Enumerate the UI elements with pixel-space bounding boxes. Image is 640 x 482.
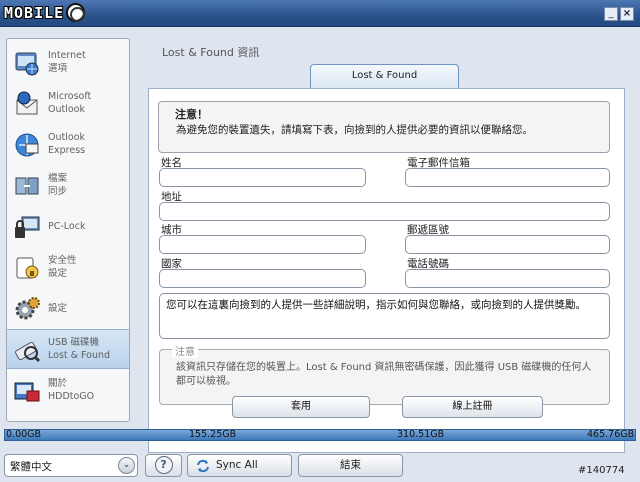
close-button[interactable]: × (620, 7, 634, 21)
minimize-button[interactable]: _ (604, 7, 618, 21)
sidebar-item-internet-options[interactable]: Internet 選項 (7, 43, 129, 83)
storage-tick-1: 155.25GB (189, 429, 237, 440)
address-field[interactable] (159, 202, 610, 221)
help-icon: ? (154, 456, 173, 474)
security-icon (16, 257, 39, 279)
lost-found-form: 注意！ 為避免您的裝置遺失，請填寫下表，向撿到的人提供必要的資訊以便聯絡您。 姓… (148, 88, 625, 453)
sidebar-item-usb-lost-found[interactable]: USB 磁碟機 Lost & Found (7, 329, 129, 369)
usb-lost-found-icon (15, 341, 41, 363)
details-text: 您可以在這裏向撿到的人提供一些詳細說明，指示如何與您聯絡，或向撿到的人提供獎勵。 (166, 299, 586, 311)
notice-title: 注意！ (173, 106, 210, 122)
apply-button[interactable]: 套用 (232, 396, 370, 418)
storage-tick-3: 465.76GB (587, 429, 635, 440)
sync-all-label: Sync All (216, 459, 258, 471)
email-field[interactable] (405, 168, 610, 187)
storage-tick-2: 310.51GB (397, 429, 445, 440)
about-icon (14, 382, 40, 402)
title-bar: MOBILE _ × (0, 0, 640, 27)
help-button[interactable]: ? (145, 454, 182, 477)
sidebar-item-outlook-express[interactable]: Outlook Express (7, 125, 129, 165)
sync-all-button[interactable]: Sync All (187, 454, 292, 477)
sidebar-item-about[interactable]: 關於 HDDtoGO (7, 371, 129, 411)
internet-options-icon (15, 52, 39, 76)
language-value: 繁體中文 (10, 461, 52, 473)
postal-code-field[interactable] (405, 235, 610, 254)
settings-gear-icon (15, 297, 40, 320)
outlook-icon (16, 91, 38, 115)
sidebar-item-microsoft-outlook[interactable]: Microsoft Outlook (7, 84, 129, 124)
storage-tick-0: 0.00GB (6, 429, 42, 440)
watermark-id: #140774 (578, 465, 625, 476)
storage-usage-bar: 0.00GB 155.25GB 310.51GB 465.76GB (4, 429, 636, 441)
notice-box: 注意！ 為避免您的裝置遺失，請填寫下表，向撿到的人提供必要的資訊以便聯絡您。 (158, 101, 610, 153)
app-logo: MOBILE (4, 3, 86, 22)
register-online-button[interactable]: 線上註冊 (402, 396, 543, 418)
country-field[interactable] (159, 269, 366, 288)
outlook-express-icon (15, 133, 39, 157)
sync-icon (197, 459, 209, 473)
phone-field[interactable] (405, 269, 610, 288)
page-title: Lost & Found 資訊 (162, 46, 260, 59)
pc-lock-icon (15, 216, 40, 238)
name-field[interactable] (159, 168, 366, 187)
sidebar-item-pc-lock[interactable]: PC-Lock (7, 207, 129, 247)
notice-text: 為避免您的裝置遺失，請填寫下表，向撿到的人提供必要的資訊以便聯絡您。 (176, 124, 533, 136)
sidebar-item-security[interactable]: 安全性 設定 (7, 248, 129, 288)
note-title: 注意 (172, 343, 198, 358)
sidebar-nav: Internet 選項 Microsoft Outlook Outlook Expre… (6, 38, 130, 422)
file-sync-icon (15, 177, 39, 195)
sidebar-item-file-sync[interactable]: 檔案 同步 (7, 166, 129, 206)
city-field[interactable] (159, 235, 366, 254)
details-textarea[interactable]: 您可以在這裏向撿到的人提供一些詳細說明，指示如何與您聯絡，或向撿到的人提供獎勵。 (159, 293, 610, 339)
tab-lost-and-found[interactable]: Lost & Found (310, 64, 459, 88)
note-box: 注意 該資訊只存儲在您的裝置上。Lost & Found 資訊無密碼保護，因此獲… (159, 343, 610, 405)
language-select[interactable]: 繁體中文 ⌄ (4, 454, 138, 477)
sidebar-item-settings[interactable]: 設定 (7, 289, 129, 329)
exit-button[interactable]: 結束 (298, 454, 403, 477)
note-text: 該資訊只存儲在您的裝置上。Lost & Found 資訊無密碼保護，因此獲得 U… (176, 362, 592, 387)
main-panel: Lost & Found 資訊 Lost & Found 注意！ 為避免您的裝置… (137, 35, 635, 453)
chevron-down-icon[interactable]: ⌄ (118, 457, 135, 474)
